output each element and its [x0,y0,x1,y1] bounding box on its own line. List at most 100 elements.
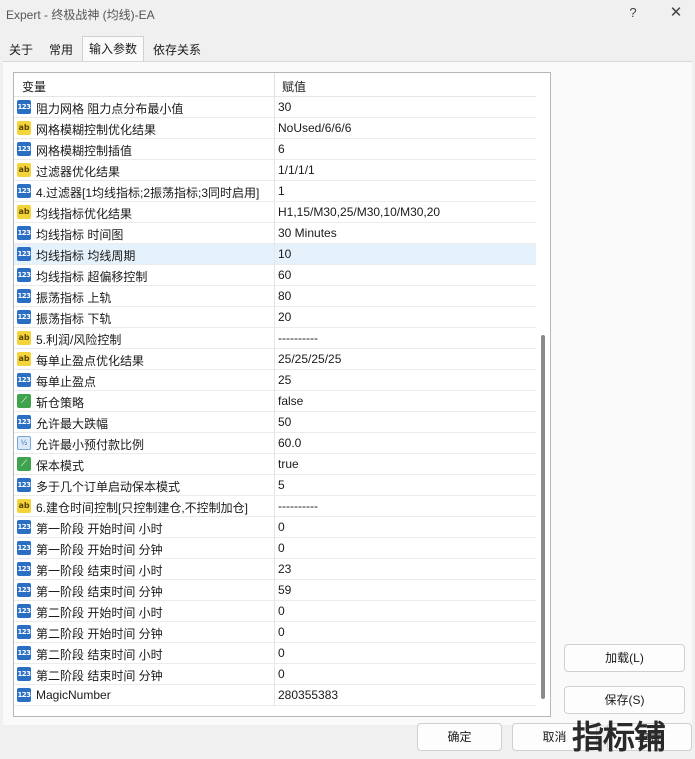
help-button[interactable]: ? [622,2,644,24]
tab-common[interactable]: 常用 [42,38,80,61]
parameter-value[interactable]: 30 [278,100,291,114]
parameter-row[interactable]: ab 过滤器优化结果 1/1/1/1 [14,160,536,181]
integer-type-icon: 123 [17,268,31,282]
parameter-name: 多于几个订单启动保本模式 [36,480,181,494]
parameter-value[interactable]: 20 [278,310,291,324]
parameter-row[interactable]: 123 MagicNumber 280355383 [14,685,536,706]
parameter-value[interactable]: 0 [278,520,285,534]
parameter-name: 第一阶段 结束时间 分钟 [36,585,163,599]
parameter-row[interactable]: ½ 允许最小预付款比例 60.0 [14,433,536,454]
parameter-value[interactable]: 25/25/25/25 [278,352,341,366]
parameter-value[interactable]: 59 [278,583,291,597]
parameter-row[interactable]: 123 振荡指标 下轨 20 [14,307,536,328]
integer-type-icon: 123 [17,562,31,576]
parameter-row[interactable]: 123 第二阶段 结束时间 分钟 0 [14,664,536,685]
integer-type-icon: 123 [17,415,31,429]
parameter-row[interactable]: ab 网格模糊控制优化结果 NoUsed/6/6/6 [14,118,536,139]
parameter-value[interactable]: 280355383 [278,688,338,702]
parameter-row[interactable]: 123 第一阶段 开始时间 小时 0 [14,517,536,538]
parameter-value[interactable]: 0 [278,625,285,639]
parameter-row[interactable]: ⟋ 保本模式 true [14,454,536,475]
parameter-row[interactable]: ab 每单止盈点优化结果 25/25/25/25 [14,349,536,370]
parameter-row[interactable]: 123 第一阶段 开始时间 分钟 0 [14,538,536,559]
parameter-row[interactable]: 123 网格模糊控制插值 6 [14,139,536,160]
parameter-name: 第一阶段 开始时间 小时 [36,522,163,536]
parameter-row[interactable]: 123 第二阶段 结束时间 小时 0 [14,643,536,664]
watermark-logo: 指标铺 [572,718,666,756]
close-button[interactable]: ✕ [664,2,688,24]
parameter-name: 网格模糊控制插值 [36,144,133,158]
parameter-value[interactable]: ---------- [278,331,318,345]
parameter-value[interactable]: 1 [278,184,285,198]
integer-type-icon: 123 [17,667,31,681]
parameter-name: 第二阶段 开始时间 小时 [36,606,163,620]
column-header-variable[interactable]: 变量 [22,78,46,95]
parameter-value[interactable]: 5 [278,478,285,492]
parameter-row[interactable]: 123 多于几个订单启动保本模式 5 [14,475,536,496]
parameter-name: 4.过滤器[1均线指标;2振荡指标;3同时启用] [36,186,260,200]
parameter-row[interactable]: ab 5.利润/风险控制 ---------- [14,328,536,349]
parameter-row[interactable]: 123 振荡指标 上轨 80 [14,286,536,307]
parameter-value[interactable]: H1,15/M30,25/M30,10/M30,20 [278,205,440,219]
ok-button[interactable]: 确定 [417,723,502,751]
parameter-row[interactable]: ab 6.建仓时间控制[只控制建仓,不控制加仓] ---------- [14,496,536,517]
title-bar: Expert - 终极战神 (均线)-EA ? ✕ [0,0,695,28]
parameter-row[interactable]: 123 第一阶段 结束时间 小时 23 [14,559,536,580]
parameter-row[interactable]: 123 第二阶段 开始时间 小时 0 [14,601,536,622]
parameter-value[interactable]: 25 [278,373,291,387]
string-type-icon: ab [17,163,31,177]
column-divider [274,307,275,328]
parameter-value[interactable]: 80 [278,289,291,303]
column-divider [274,643,275,664]
parameter-row[interactable]: ab 均线指标优化结果 H1,15/M30,25/M30,10/M30,20 [14,202,536,223]
parameter-value[interactable]: 60 [278,268,291,282]
parameter-value[interactable]: 30 Minutes [278,226,337,240]
scrollbar-thumb[interactable] [541,335,545,699]
parameter-value[interactable]: 60.0 [278,436,301,450]
parameter-value[interactable]: 23 [278,562,291,576]
column-divider[interactable] [274,73,275,97]
parameter-name: 均线指标优化结果 [36,207,133,221]
column-header-value[interactable]: 赋值 [282,78,306,95]
parameter-value[interactable]: 1/1/1/1 [278,163,315,177]
parameter-row[interactable]: 123 允许最大跌幅 50 [14,412,536,433]
parameter-value[interactable]: NoUsed/6/6/6 [278,121,351,135]
parameter-value[interactable]: 10 [278,247,291,261]
parameter-value[interactable]: 0 [278,667,285,681]
parameter-value[interactable]: 6 [278,142,285,156]
column-divider [274,244,275,265]
parameter-name: 允许最大跌幅 [36,417,109,431]
parameter-value[interactable]: 0 [278,541,285,555]
parameter-name: 第一阶段 结束时间 小时 [36,564,163,578]
tab-about[interactable]: 关于 [2,38,40,61]
parameter-row[interactable]: 123 第一阶段 结束时间 分钟 59 [14,580,536,601]
parameter-value[interactable]: true [278,457,299,471]
column-divider [274,664,275,685]
parameter-row[interactable]: ⟋ 斩仓策略 false [14,391,536,412]
parameter-value[interactable]: 50 [278,415,291,429]
vertical-scrollbar[interactable] [536,73,550,716]
parameter-row[interactable]: 123 每单止盈点 25 [14,370,536,391]
save-button[interactable]: 保存(S) [564,686,685,714]
parameter-row[interactable]: 123 阻力网格 阻力点分布最小值 30 [14,97,536,118]
tab-dependencies[interactable]: 依存关系 [146,38,208,61]
parameter-row[interactable]: 123 第二阶段 开始时间 分钟 0 [14,622,536,643]
parameter-value[interactable]: ---------- [278,499,318,513]
parameter-name: 第一阶段 开始时间 分钟 [36,543,163,557]
integer-type-icon: 123 [17,310,31,324]
tab-inputs[interactable]: 输入参数 [82,36,145,61]
parameter-value[interactable]: false [278,394,303,408]
parameter-name: 6.建仓时间控制[只控制建仓,不控制加仓] [36,501,249,515]
load-button[interactable]: 加载(L) [564,644,685,672]
parameter-row[interactable]: 123 均线指标 均线周期 10 [14,244,536,265]
parameter-row[interactable]: 123 均线指标 超偏移控制 60 [14,265,536,286]
parameter-value[interactable]: 0 [278,604,285,618]
parameter-row[interactable]: 123 4.过滤器[1均线指标;2振荡指标;3同时启用] 1 [14,181,536,202]
parameter-value[interactable]: 0 [278,646,285,660]
column-divider [274,391,275,412]
parameter-name: 第二阶段 结束时间 小时 [36,648,163,662]
grid-rows: 123 阻力网格 阻力点分布最小值 30 ab 网格模糊控制优化结果 NoUsed/6/6… [14,97,536,706]
column-divider [274,202,275,223]
parameter-row[interactable]: 123 均线指标 时间图 30 Minutes [14,223,536,244]
integer-type-icon: 123 [17,646,31,660]
